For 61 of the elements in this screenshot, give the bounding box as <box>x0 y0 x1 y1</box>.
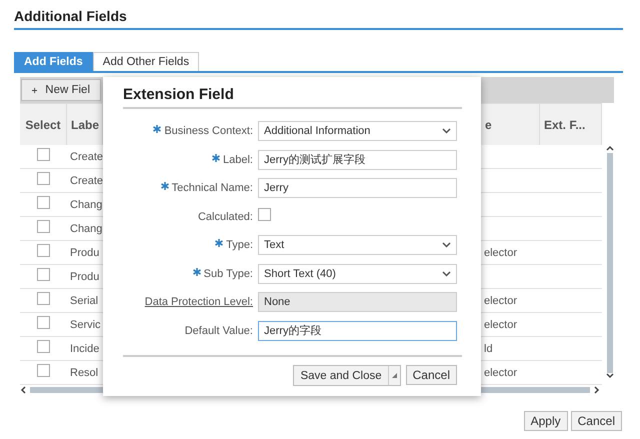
field-label: Business Context: <box>164 125 253 138</box>
apply-button[interactable]: Apply <box>524 411 568 431</box>
input-field[interactable]: Jerry的测试扩展字段 <box>258 150 457 170</box>
checkbox[interactable] <box>37 292 50 304</box>
table-cell-text: elector <box>483 246 518 258</box>
cancel-button[interactable]: Cancel <box>570 411 622 431</box>
table-cell-text: Produ <box>69 270 100 282</box>
table-cell-text: Servic <box>69 318 102 330</box>
save-and-close-button[interactable]: Save and Close <box>293 365 401 386</box>
input-field[interactable]: Jerry <box>258 178 457 198</box>
table-cell-text: Produ <box>69 246 100 258</box>
scroll-up-icon[interactable] <box>606 145 614 151</box>
checkbox[interactable] <box>37 172 50 184</box>
checkbox[interactable] <box>37 244 50 256</box>
field-label-link[interactable]: Data Protection Level: <box>144 296 253 308</box>
plus-icon <box>32 86 38 94</box>
table-cell-text: Create <box>69 150 103 162</box>
field-label: Default Value: <box>184 324 253 337</box>
vertical-scrollbar[interactable] <box>607 153 613 373</box>
scroll-left-icon[interactable] <box>20 386 26 394</box>
table-cell-text: Serial <box>69 294 100 306</box>
page-title: Additional Fields <box>14 8 623 30</box>
table-cell-text: Create <box>69 174 103 186</box>
chevron-down-icon <box>442 242 451 248</box>
scroll-right-icon[interactable] <box>594 386 600 394</box>
caret-icon[interactable] <box>392 373 397 378</box>
checkbox[interactable] <box>37 148 50 160</box>
field-label: Type: <box>226 239 253 252</box>
table-cell-text: elector <box>483 366 518 378</box>
field-label: Sub Type: <box>204 268 253 280</box>
table-cell-text: Chang <box>69 222 103 234</box>
checkbox[interactable] <box>37 364 50 376</box>
column-header: Select <box>20 104 67 145</box>
field-label: Technical Name: <box>172 182 253 194</box>
table-cell-text: elector <box>483 318 518 330</box>
table-cell-text: elector <box>483 294 518 306</box>
checkbox[interactable] <box>37 196 50 208</box>
readonly-field: None <box>258 292 457 312</box>
checkbox[interactable] <box>37 220 50 232</box>
checkbox[interactable] <box>37 340 50 352</box>
dialog-title: Extension Field <box>123 86 462 109</box>
column-header: Ext. F... <box>540 104 602 145</box>
dropdown-field[interactable]: Text <box>258 235 457 256</box>
cancel-button[interactable]: Cancel <box>406 365 457 385</box>
checkbox[interactable] <box>258 208 271 221</box>
table-cell-text: Incide <box>69 342 100 354</box>
input-field[interactable]: Jerry的字段 <box>258 320 457 341</box>
table-cell-text: Chang <box>69 198 103 210</box>
table-cell-text: ld <box>483 342 494 354</box>
dropdown-field[interactable]: Short Text (40) <box>258 264 457 284</box>
checkbox[interactable] <box>37 268 50 280</box>
chevron-down-icon <box>442 128 451 134</box>
chevron-down-icon <box>442 270 451 277</box>
new-field-button[interactable]: New Fiel <box>21 79 101 101</box>
checkbox[interactable] <box>37 316 50 328</box>
dropdown-field[interactable]: Additional Information <box>258 121 457 142</box>
field-label: Calculated: <box>198 210 253 223</box>
tab[interactable]: Add Other Fields <box>92 52 200 71</box>
scroll-down-icon[interactable] <box>606 373 614 379</box>
table-cell-text: Resol <box>69 366 100 378</box>
field-label: Label: <box>223 154 253 166</box>
